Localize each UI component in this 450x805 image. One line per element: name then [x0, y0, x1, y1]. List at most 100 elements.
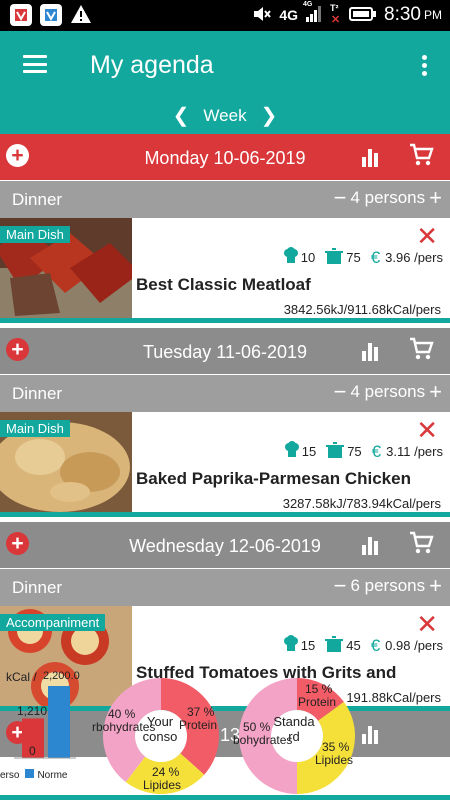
- persons-count: 4 persons: [350, 382, 426, 401]
- day-title: Tuesday 11-06-2019: [142, 342, 308, 362]
- network-type-small: 4G: [303, 0, 313, 8]
- donut2-center: Standard: [273, 714, 315, 744]
- price-per-person: 3.96 /pers: [385, 250, 443, 265]
- shopping-cart-icon[interactable]: [408, 336, 434, 362]
- cook-time: 75: [347, 444, 362, 459]
- donut1-pct-carbs: 40 %: [108, 707, 136, 721]
- recipe-image: Main Dish: [0, 412, 132, 512]
- recipe-card[interactable]: Main Dish ✕ 10 75 € 3.96 /pers Best Clas…: [0, 218, 450, 318]
- signal-icon: 4G: [303, 1, 323, 26]
- meal-name: Dinner: [12, 384, 63, 403]
- recipe-energy: 3287.58kJ/783.94kCal/pers: [282, 496, 441, 511]
- persons-stepper: − 4 persons +: [334, 187, 442, 209]
- recipe-stats: 15 45 € 0.98 /pers: [283, 635, 443, 656]
- warning-icon: [70, 4, 92, 29]
- euro-icon: €: [371, 441, 382, 461]
- cook-time: 45: [346, 638, 361, 653]
- nutrition-chart-icon[interactable]: [362, 147, 382, 167]
- app-notification-icon: [10, 4, 32, 26]
- bar-value-top: 2,200.0: [43, 670, 80, 682]
- recipe-stats: 15 75 € 3.11 /pers: [284, 441, 443, 462]
- increase-persons-button[interactable]: +: [429, 575, 442, 597]
- legend-conso: erso: [0, 770, 20, 781]
- divider: [0, 512, 450, 517]
- category-tag: Accompaniment: [0, 614, 106, 631]
- app-notification-icon: [40, 4, 62, 26]
- bar-legend: erso Norme: [0, 769, 67, 781]
- legend-norme: Norme: [37, 770, 68, 781]
- remove-recipe-icon[interactable]: ✕: [416, 611, 438, 637]
- more-options-icon[interactable]: [422, 55, 428, 79]
- increase-persons-button[interactable]: +: [429, 187, 442, 209]
- menu-icon[interactable]: [23, 55, 47, 73]
- prep-time: 10: [300, 250, 316, 265]
- day-header: + Tuesday 11-06-2019: [0, 328, 450, 374]
- meal-row: Dinner − 4 persons +: [0, 375, 450, 412]
- euro-icon: €: [370, 635, 381, 655]
- day-header: + Monday 10-06-2019: [0, 134, 450, 180]
- cook-time: 75: [346, 250, 361, 265]
- recipe-energy: 3842.56kJ/911.68kCal/pers: [283, 302, 441, 317]
- meal-row: Dinner − 6 persons +: [0, 569, 450, 606]
- donut2-pct-lipids: 35 %: [322, 740, 350, 754]
- remove-recipe-icon[interactable]: ✕: [416, 417, 438, 443]
- recipe-stats: 10 75 € 3.96 /pers: [283, 247, 443, 268]
- recipe-name: Best Classic Meatloaf: [136, 275, 311, 294]
- day-title: Wednesday 12-06-2019: [129, 536, 321, 556]
- recipe-image: Main Dish: [0, 218, 132, 318]
- decrease-persons-button[interactable]: −: [334, 381, 347, 403]
- donut1-label-protein: Protein: [179, 718, 218, 732]
- price-per-person: 0.98 /pers: [385, 638, 443, 653]
- prep-time: 15: [300, 638, 316, 653]
- chevron-left-icon[interactable]: ❮: [173, 103, 190, 128]
- persons-count: 6 persons: [350, 576, 426, 595]
- nutrition-chart-icon[interactable]: [362, 535, 382, 555]
- chef-hat-icon: [283, 247, 299, 268]
- network-type: 4G: [279, 7, 299, 23]
- secondary-signal-text: T²: [330, 3, 339, 13]
- status-notifications: [10, 4, 92, 29]
- donut1-pct-protein: 37 %: [187, 705, 215, 719]
- remove-recipe-icon[interactable]: ✕: [416, 223, 438, 249]
- week-navigator: ❮ Week ❯: [0, 103, 450, 128]
- recipe-card[interactable]: Main Dish ✕ 15 75 € 3.11 /pers Baked Pap…: [0, 412, 450, 512]
- bar-zero: 0: [29, 744, 36, 758]
- donut2-pct-carbs: 50 %: [243, 720, 271, 734]
- secondary-signal-icon: T² ✕: [330, 3, 341, 26]
- cooking-pot-icon: [324, 635, 344, 656]
- meal-name: Dinner: [12, 190, 63, 209]
- cooking-pot-icon: [324, 247, 344, 268]
- chef-hat-icon: [284, 441, 300, 462]
- price-per-person: 3.11 /pers: [386, 444, 443, 459]
- nutrition-overlay: kCal / 2,200.0 1,210 0 erso Norme 40 % rb…: [0, 664, 450, 800]
- nutrition-charts: [14, 678, 355, 794]
- euro-icon: €: [370, 247, 381, 267]
- battery-icon: [349, 6, 377, 25]
- bar-axis-label: kCal /: [6, 670, 37, 684]
- prep-time: 15: [301, 444, 317, 459]
- persons-stepper: − 6 persons +: [334, 575, 442, 597]
- clock: 8:30: [384, 4, 421, 25]
- chef-hat-icon: [283, 635, 299, 656]
- category-tag: Main Dish: [0, 226, 70, 243]
- shopping-cart-icon[interactable]: [408, 142, 434, 168]
- bar-value-left: 1,210: [17, 704, 48, 718]
- persons-stepper: − 4 persons +: [334, 381, 442, 403]
- mute-icon: [252, 5, 272, 26]
- bar-norme: [48, 686, 70, 758]
- app-bar: My agenda ❮ Week ❯: [0, 31, 450, 134]
- shopping-cart-icon[interactable]: [408, 530, 434, 556]
- decrease-persons-button[interactable]: −: [334, 187, 347, 209]
- nutrition-chart-icon[interactable]: [362, 341, 382, 361]
- day-title: Monday 10-06-2019: [144, 148, 306, 168]
- donut1-label-lipids: Lipides: [143, 778, 182, 792]
- clock-ampm: PM: [424, 8, 442, 22]
- donut1-center: Your conso: [142, 714, 178, 744]
- decrease-persons-button[interactable]: −: [334, 575, 347, 597]
- recipe-name: Baked Paprika-Parmesan Chicken: [136, 469, 411, 488]
- cooking-pot-icon: [325, 441, 345, 462]
- increase-persons-button[interactable]: +: [429, 381, 442, 403]
- chevron-right-icon[interactable]: ❯: [261, 103, 278, 128]
- meal-name: Dinner: [12, 578, 63, 597]
- meal-row: Dinner − 4 persons +: [0, 181, 450, 218]
